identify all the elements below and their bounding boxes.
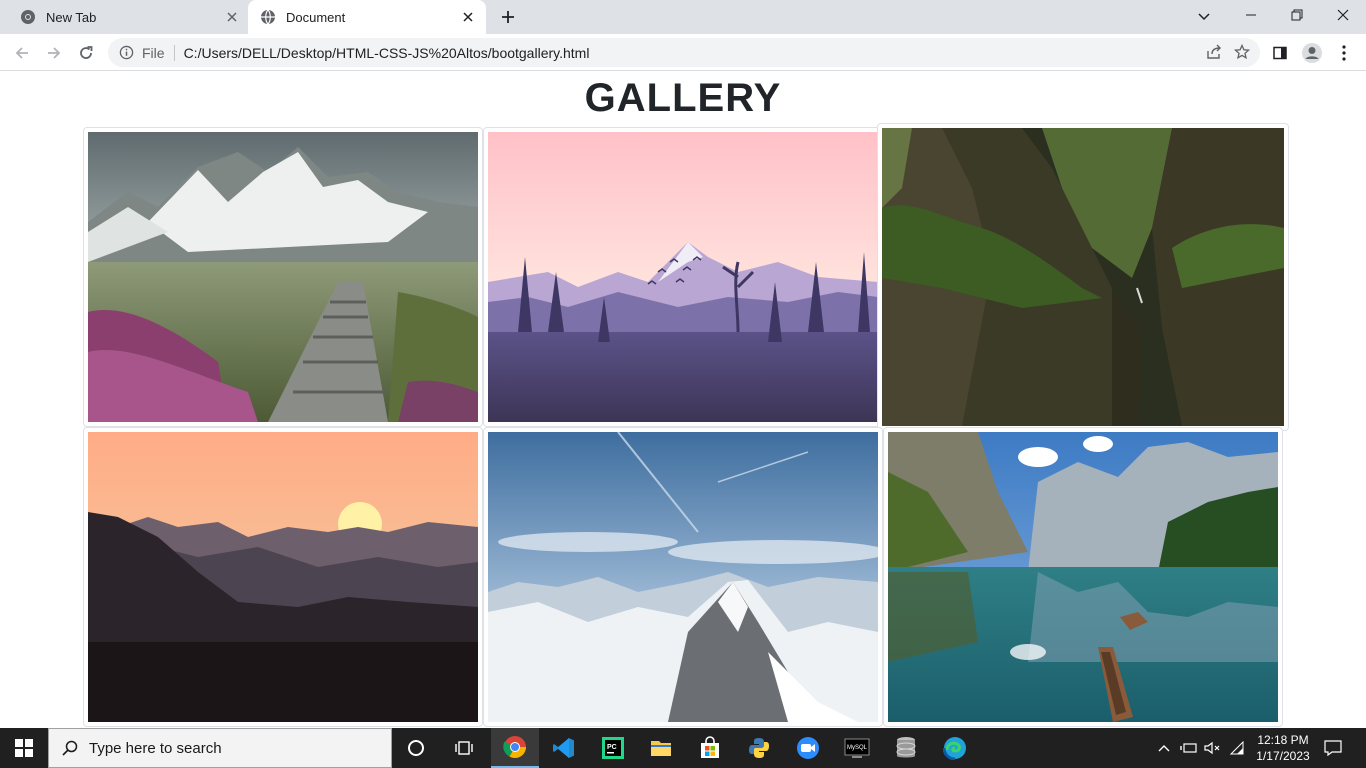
system-clock[interactable]: 12:18 PM 1/17/2023	[1248, 732, 1318, 764]
menu-kebab-icon[interactable]	[1330, 39, 1358, 67]
tab-title: Document	[286, 9, 346, 25]
show-hidden-icons-chevron-icon[interactable]	[1154, 728, 1174, 768]
tab-search-chevron-icon[interactable]	[1192, 5, 1216, 29]
chrome-taskbar-icon[interactable]	[491, 728, 539, 768]
battery-network-icon[interactable]	[1178, 728, 1200, 768]
url-text[interactable]: C:/Users/DELL/Desktop/HTML-CSS-JS%20Alto…	[184, 45, 590, 61]
file-explorer-icon[interactable]	[637, 728, 685, 768]
browser-toolbar: File C:/Users/DELL/Desktop/HTML-CSS-JS%2…	[0, 34, 1366, 71]
reload-button[interactable]	[72, 39, 100, 67]
omnibox-divider	[173, 44, 175, 61]
info-icon[interactable]	[118, 45, 134, 61]
restore-button[interactable]	[1274, 0, 1320, 30]
database-icon[interactable]	[882, 728, 930, 768]
tab-document[interactable]: Document	[248, 0, 486, 34]
volume-muted-icon[interactable]	[1202, 728, 1224, 768]
green-canyon-image	[882, 128, 1284, 426]
tab-title: New Tab	[46, 9, 97, 25]
mysql-icon[interactable]: MySQL	[833, 728, 881, 768]
gallery-image-mountain-path[interactable]	[83, 127, 483, 427]
share-icon[interactable]	[1202, 40, 1226, 64]
gallery-image-pink-mountains[interactable]	[483, 127, 883, 427]
mountain-path-image	[88, 132, 478, 422]
notifications-icon[interactable]	[1320, 728, 1346, 768]
wifi-icon[interactable]	[1226, 728, 1248, 768]
edge-icon[interactable]	[931, 728, 979, 768]
globe-icon	[260, 9, 276, 25]
page-content: GALLERY	[0, 72, 1366, 728]
python-icon[interactable]	[735, 728, 783, 768]
address-bar[interactable]: File C:/Users/DELL/Desktop/HTML-CSS-JS%2…	[108, 38, 1260, 67]
chrome-icon	[20, 9, 36, 25]
zoom-icon[interactable]	[784, 728, 832, 768]
taskbar-search-input[interactable]	[89, 739, 369, 757]
url-scheme-label: File	[142, 44, 165, 61]
new-tab-button[interactable]	[496, 5, 520, 29]
tab-new-tab[interactable]: New Tab	[8, 0, 246, 34]
clock-date: 1/17/2023	[1256, 749, 1310, 763]
gallery-image-alpine-lake[interactable]	[883, 427, 1283, 727]
tab-strip: New Tab Document	[0, 0, 1366, 34]
search-icon	[61, 739, 79, 757]
close-tab-icon[interactable]	[222, 7, 242, 27]
gallery-image-sunset[interactable]	[83, 427, 483, 727]
close-window-button[interactable]	[1320, 0, 1366, 30]
pycharm-icon[interactable]: PC	[589, 728, 637, 768]
windows-taskbar: PC MySQL 12:18 PM 1/17/2023	[0, 728, 1366, 768]
side-panel-icon[interactable]	[1266, 39, 1294, 67]
page-title: GALLERY	[584, 76, 782, 120]
clock-time: 12:18 PM	[1257, 733, 1309, 747]
forward-button[interactable]	[40, 39, 68, 67]
taskbar-search-box[interactable]	[48, 728, 392, 768]
back-button[interactable]	[8, 39, 36, 67]
snowy-peaks-image	[488, 432, 878, 722]
gallery-image-green-canyon[interactable]	[877, 123, 1289, 431]
store-icon[interactable]	[686, 728, 734, 768]
gallery-image-snowy-peaks[interactable]	[483, 427, 883, 727]
start-button[interactable]	[0, 728, 48, 768]
sunset-image	[88, 432, 478, 722]
minimize-button[interactable]	[1228, 0, 1274, 30]
vscode-icon[interactable]	[540, 728, 588, 768]
cortana-icon[interactable]	[392, 728, 440, 768]
close-tab-icon[interactable]	[458, 7, 478, 27]
task-view-icon[interactable]	[440, 728, 488, 768]
bookmark-star-icon[interactable]	[1230, 40, 1254, 64]
pink-mountains-image	[488, 132, 878, 422]
svg-text:PC: PC	[607, 744, 617, 751]
alpine-lake-image	[888, 432, 1278, 722]
profile-avatar-icon[interactable]	[1298, 39, 1326, 67]
svg-text:MySQL: MySQL	[847, 745, 868, 751]
